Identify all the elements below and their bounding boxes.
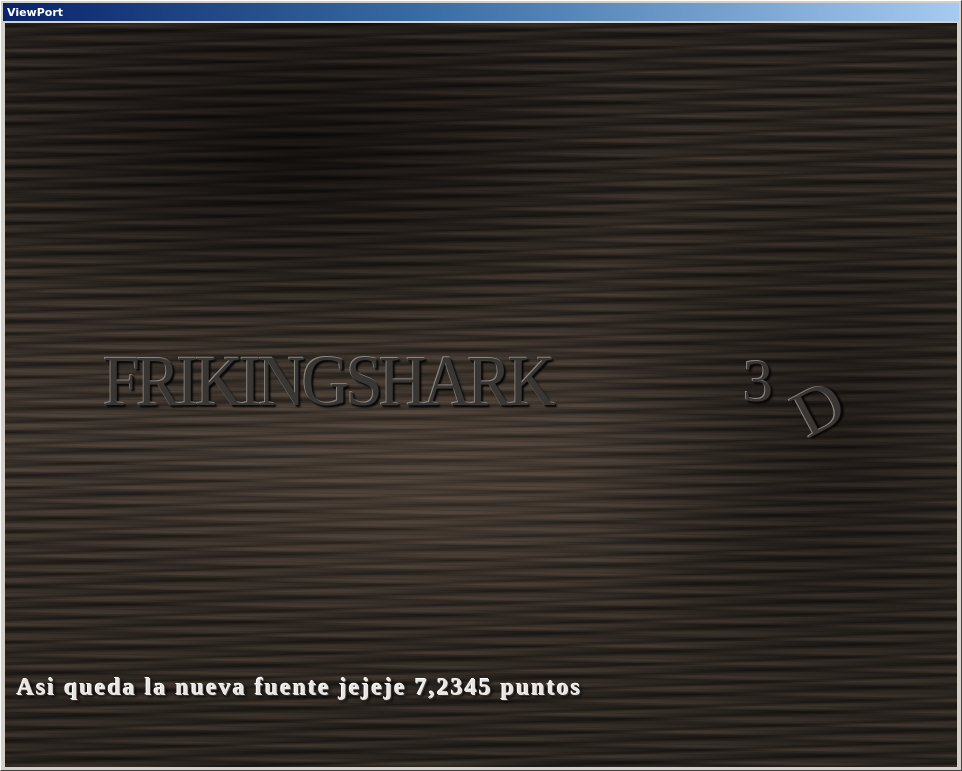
logo-d: D [780,365,857,452]
title-bar[interactable]: ViewPort [3,3,959,21]
logo-three: 3 [743,348,773,414]
game-viewport[interactable]: FRIKINGSHARK 3 D Asi queda la nueva fuen… [5,23,957,767]
status-text: Asi queda la nueva fuente jejeje 7,2345 … [17,675,583,701]
game-logo: FRIKINGSHARK 3 D [103,341,883,452]
logo-title: FRIKINGSHARK [103,341,556,421]
window-title: ViewPort [7,5,64,19]
viewport-window: ViewPort FRIKINGSHARK 3 D Asi queda la n… [0,0,962,771]
